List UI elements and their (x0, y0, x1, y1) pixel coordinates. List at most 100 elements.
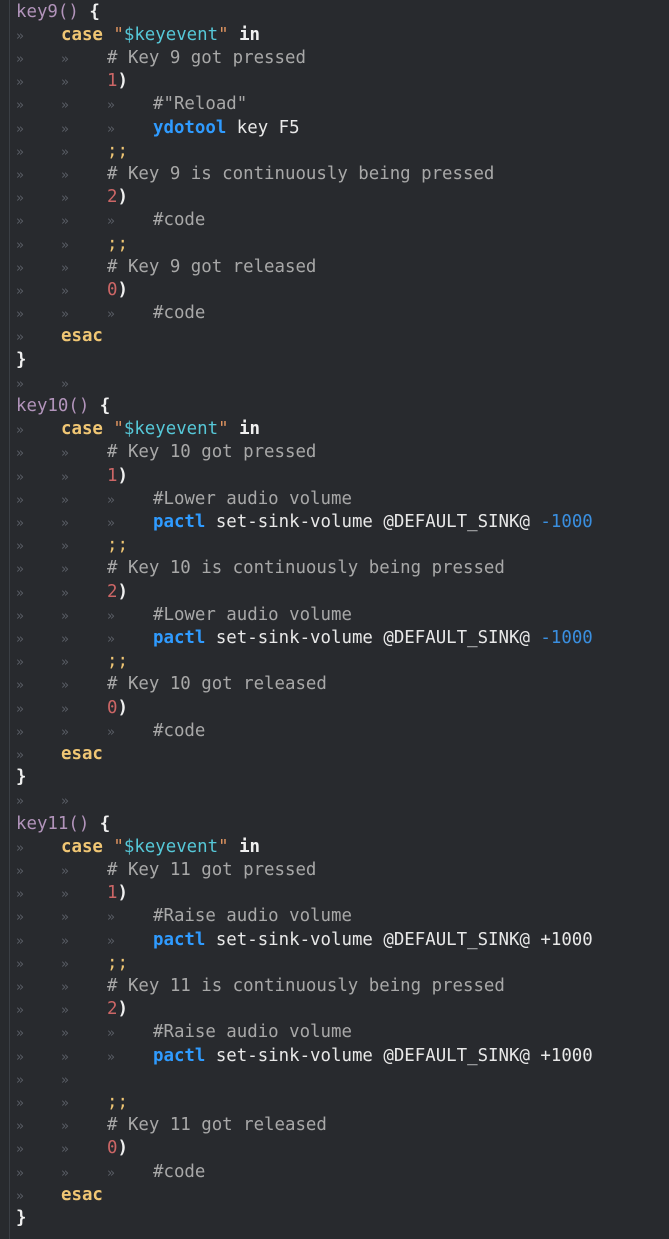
code-line[interactable]: » »;; (16, 140, 128, 163)
code-token: ;; (107, 140, 128, 161)
code-line[interactable]: » » # Key 11 is continuously being pressed (16, 975, 505, 998)
code-line[interactable]: } (16, 766, 26, 789)
tab-indicator-icon: » (16, 1142, 24, 1158)
code-token: ) (117, 999, 128, 1020)
code-line[interactable]: key9() { (16, 1, 100, 24)
code-line[interactable]: » esac (16, 325, 103, 348)
code-line[interactable]: » »;; (16, 1091, 128, 1114)
code-line[interactable]: » » » #Raise audio volume (16, 1021, 352, 1044)
code-editor[interactable]: key9() {» case "$keyevent" in»» # Key 9 go… (0, 0, 669, 1239)
code-line[interactable]: » case "$keyevent" in (16, 836, 260, 859)
code-line[interactable]: » » # Key 10 got released (16, 673, 327, 696)
code-token: 1 (107, 71, 118, 92)
code-line[interactable]: » case "$keyevent" in (16, 24, 260, 47)
tab-indicator-icon: » (16, 910, 24, 926)
code-line[interactable]: » esac (16, 1184, 103, 1207)
tab-indicator-icon: » (16, 655, 24, 671)
code-line[interactable]: » » # Key 10 got pressed (16, 441, 316, 464)
code-token: { (99, 395, 111, 416)
code-token: 2 (107, 187, 118, 208)
code-line[interactable]: » » » #Raise audio volume (16, 905, 352, 928)
code-line[interactable]: »»» pactl set-sink-volume @DEFAULT_SINK@ … (16, 1045, 593, 1068)
code-token: # Key 10 got pressed (107, 442, 317, 463)
code-line[interactable]: » » # Key 9 got released (16, 256, 316, 279)
code-line[interactable]: key11() { (16, 813, 110, 836)
tab-indicator-icon: » (107, 214, 115, 230)
code-line[interactable]: »»» pactl set-sink-volume @DEFAULT_SINK@ … (16, 627, 593, 650)
code-token: ;; (107, 651, 128, 672)
code-token: # Key 9 got pressed (107, 47, 306, 68)
code-line[interactable]: » » 1) (16, 882, 128, 905)
tab-indicator-icon: » (16, 840, 24, 856)
code-token: pactl (153, 1045, 206, 1066)
code-line[interactable]: »» (16, 789, 107, 812)
code-line[interactable]: » » » #Lower audio volume (16, 488, 352, 511)
code-token: " (218, 836, 229, 857)
code-token: in (239, 836, 261, 857)
code-line[interactable]: »» (16, 1068, 107, 1091)
tab-indicator-icon: » (16, 956, 24, 972)
code-token: # Key 9 is continuously being pressed (107, 163, 495, 184)
tab-indicator-icon: » (16, 724, 24, 740)
code-line[interactable]: » » 0) (16, 697, 128, 720)
code-line[interactable]: » »;; (16, 233, 128, 256)
code-line[interactable]: » » # Key 11 got pressed (16, 859, 316, 882)
code-token: ) (117, 187, 128, 208)
tab-indicator-icon: » (107, 724, 115, 740)
code-token: pactl (153, 511, 206, 532)
code-line[interactable]: » » # Key 9 is continuously being pressed (16, 163, 494, 186)
tab-indicator-icon: » (16, 979, 24, 995)
code-token: # Key 11 is continuously being pressed (107, 975, 505, 996)
code-line[interactable]: »» (16, 372, 107, 395)
code-line[interactable]: » »;; (16, 650, 128, 673)
code-token: #Raise audio volume (153, 906, 352, 927)
code-line[interactable]: »»» pactl set-sink-volume @DEFAULT_SINK@ … (16, 511, 593, 534)
code-line[interactable]: » » # Key 9 got pressed (16, 47, 306, 70)
tab-indicator-icon: » (61, 631, 69, 647)
code-token: ) (117, 279, 128, 300)
code-line[interactable]: » » » #code (16, 720, 205, 743)
code-line[interactable]: » » » #"Reload" (16, 93, 247, 116)
code-line[interactable]: » » 2) (16, 998, 128, 1021)
code-line[interactable]: » » 0) (16, 279, 128, 302)
code-token: # Key 11 got released (107, 1115, 327, 1136)
tab-indicator-icon: » (16, 608, 24, 624)
code-line[interactable]: key10() { (16, 395, 110, 418)
code-line[interactable]: » case "$keyevent" in (16, 418, 260, 441)
code-line[interactable]: » » » #code (16, 302, 205, 325)
code-line[interactable]: » » » #Lower audio volume (16, 604, 352, 627)
code-token: () (68, 395, 90, 416)
code-line[interactable]: » » » #code (16, 1161, 205, 1184)
code-line[interactable]: » »;; (16, 534, 128, 557)
code-line[interactable]: »»» pactl set-sink-volume @DEFAULT_SINK@ … (16, 929, 593, 952)
tab-indicator-icon: » (107, 1165, 115, 1181)
code-line[interactable]: » esac (16, 743, 103, 766)
code-line[interactable]: » » 2) (16, 186, 128, 209)
tab-indicator-icon: » (16, 51, 24, 67)
code-line[interactable]: » » 2) (16, 581, 128, 604)
code-token: ;; (107, 1091, 128, 1112)
code-line[interactable]: » » 1) (16, 70, 128, 93)
tab-indicator-icon: » (16, 1003, 24, 1019)
code-line[interactable]: » » # Key 11 got released (16, 1114, 327, 1137)
code-line[interactable]: » » » #code (16, 209, 205, 232)
code-line[interactable]: » »;; (16, 952, 128, 975)
code-line[interactable]: } (16, 1207, 26, 1230)
code-line[interactable]: » » # Key 10 is continuously being pressed (16, 557, 505, 580)
code-line[interactable]: } (16, 349, 26, 372)
code-line[interactable]: » » 0) (16, 1137, 128, 1160)
code-line[interactable]: » » 1) (16, 465, 128, 488)
code-token: -1000 (540, 627, 593, 648)
tab-indicator-icon: » (16, 539, 24, 555)
tab-indicator-icon: » (61, 1095, 69, 1111)
tab-indicator-icon: » (61, 562, 69, 578)
code-token: } (16, 767, 27, 788)
tab-indicator-icon: » (61, 51, 69, 67)
tab-indicator-icon: » (16, 887, 24, 903)
tab-indicator-icon: » (16, 191, 24, 207)
code-line[interactable]: » » » ydotool key F5 (16, 117, 300, 140)
tab-indicator-icon: » (61, 376, 69, 392)
tab-indicator-icon: » (16, 28, 24, 44)
